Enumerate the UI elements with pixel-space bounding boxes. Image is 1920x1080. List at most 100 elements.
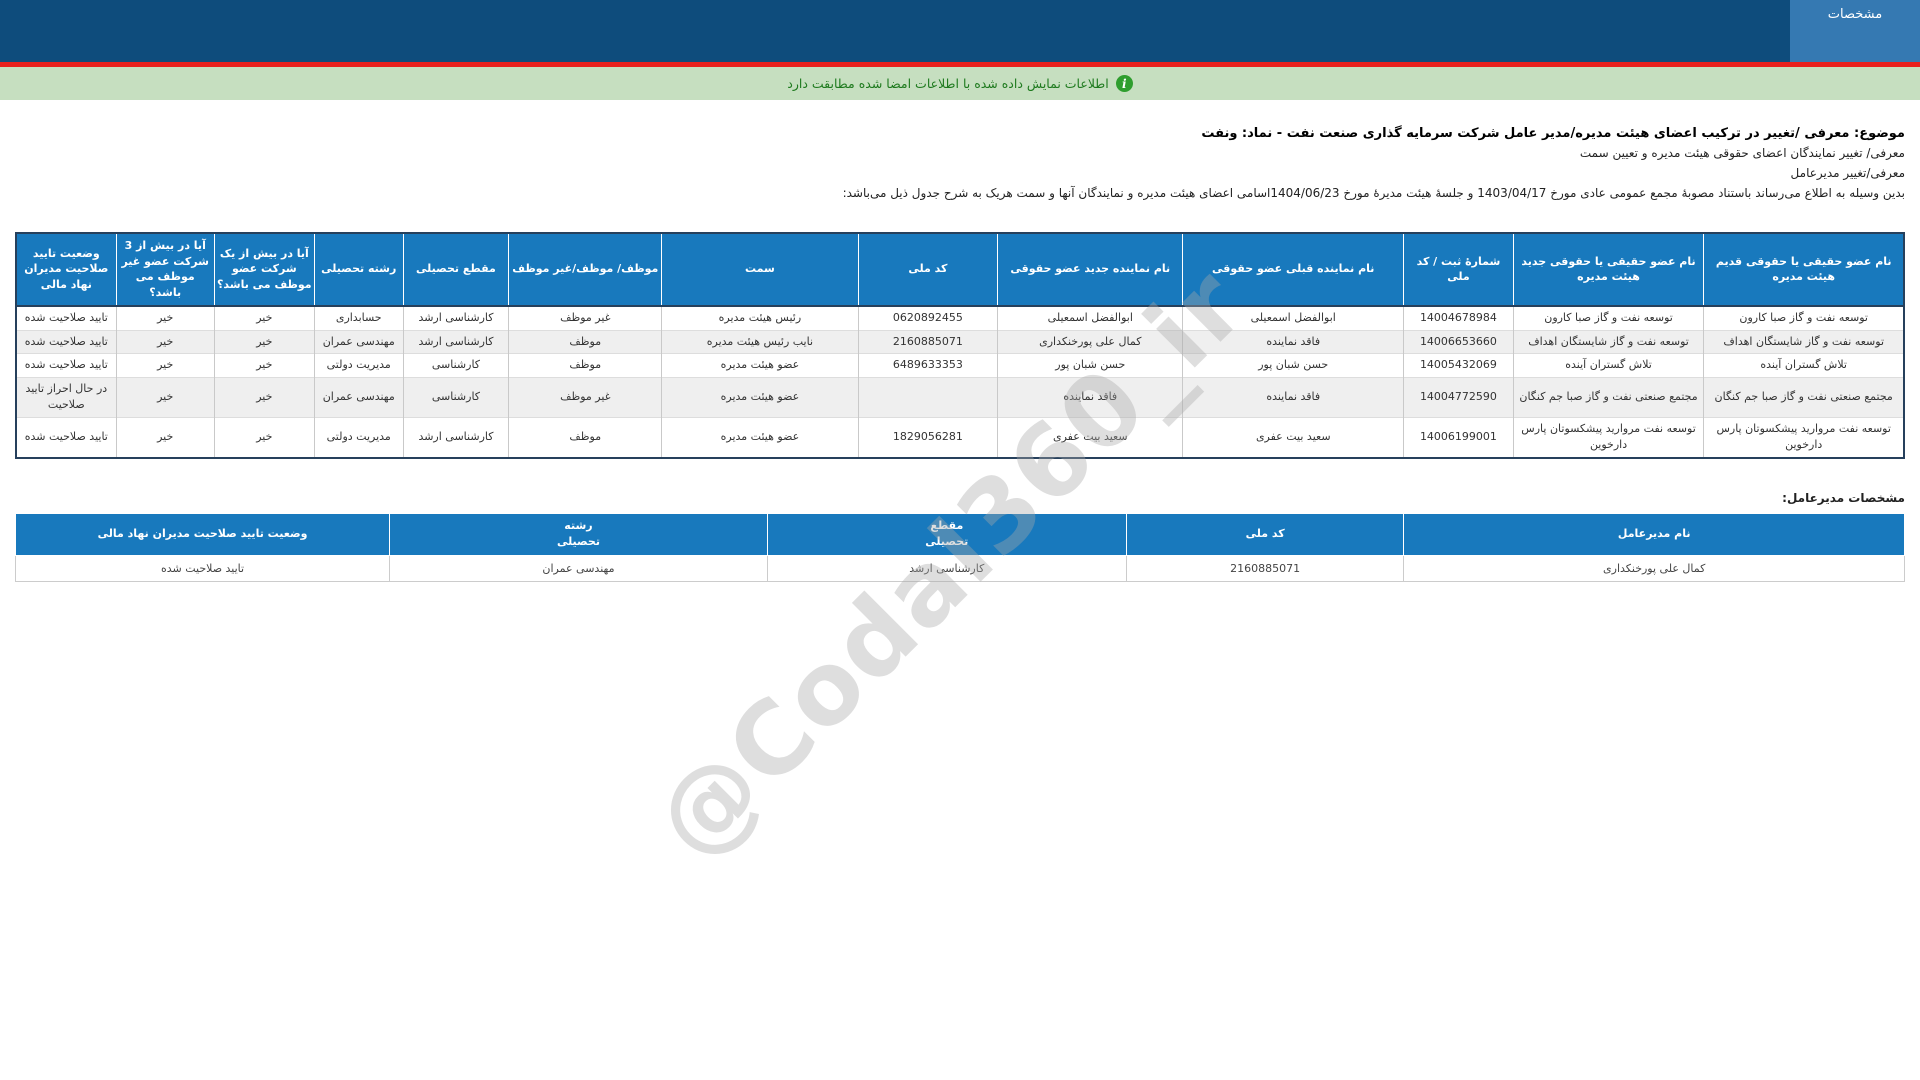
table-cell: 14004678984: [1403, 306, 1514, 331]
column-header: نام عضو حقیقی یا حقوقی جدید هیئت مدیره: [1512, 232, 1705, 307]
column-header: نام عضو حقیقی یا حقوقی قدیم هیئت مدیره: [1703, 232, 1905, 307]
top-navigation-bar: مشخصات: [0, 0, 1920, 62]
table-cell: خیر: [115, 353, 215, 378]
table-cell: حسابداری: [313, 306, 404, 331]
column-header: نام نماینده جدید عضو حقوقی: [997, 232, 1184, 307]
table-cell: 14004772590: [1403, 377, 1514, 418]
table-cell: موظف: [508, 353, 663, 378]
table-cell: فاقد نماینده: [1182, 330, 1405, 354]
column-header: مقطع تحصیلی: [402, 232, 510, 307]
ceo-section-label: مشخصات مدیرعامل:: [1782, 490, 1905, 505]
column-header: موظف/ موظف/غیر موظف: [508, 232, 663, 307]
table-cell: خیر: [213, 417, 315, 458]
table-cell: تایید صلاحیت شده: [15, 417, 117, 458]
table-cell: کمال علی پورخنکداری: [1403, 554, 1905, 582]
table-cell: 6489633353: [857, 353, 999, 378]
table-cell: ابوالفضل اسمعیلی: [997, 306, 1184, 331]
table-cell: کارشناسی ارشد: [402, 330, 510, 354]
table-cell: توسعه نفت مروارید پیشکسوتان پارس دارخوین: [1703, 417, 1905, 458]
board-table-header-row: نام عضو حقیقی یا حقوقی قدیم هیئت مدیره نا…: [15, 232, 1905, 307]
column-header: کد ملی: [857, 232, 999, 307]
table-cell: 2160885071: [857, 330, 999, 354]
table-cell: خیر: [115, 377, 215, 418]
table-row: توسعه نفت و گاز صبا کارون توسعه نفت و گاز…: [15, 306, 1905, 331]
table-cell: خیر: [115, 306, 215, 331]
subject-line: موضوع: معرفی /تغییر در ترکیب اعضای هیئت …: [1201, 126, 1905, 141]
ceo-table: نام مدیرعامل کد ملی مقطع تحصیلی رشته تحصیلی…: [14, 512, 1905, 582]
table-cell: تایید صلاحیت شده: [15, 353, 117, 378]
table-row: مجتمع صنعتی نفت و گاز صبا جم کنگان مجتمع …: [15, 377, 1905, 418]
table-cell: تلاش گستران آینده: [1703, 353, 1905, 378]
table-cell: 14006199001: [1403, 417, 1514, 458]
table-cell: توسعه نفت و گاز شایستگان اهداف: [1703, 330, 1905, 354]
table-cell: خیر: [115, 330, 215, 354]
table-cell: خیر: [213, 353, 315, 378]
column-header: رشته تحصیلی: [389, 512, 768, 556]
table-cell: سعید بیت عفری: [997, 417, 1184, 458]
table-cell: عضو هیئت مدیره: [661, 377, 859, 418]
table-cell: مهندسی عمران: [389, 554, 768, 582]
table-cell: غیر موظف: [508, 306, 663, 331]
table-cell: مهندسی عمران: [313, 377, 404, 418]
table-cell: کمال علی پورخنکداری: [997, 330, 1184, 354]
signature-match-text: اطلاعات نمایش داده شده با اطلاعات امضا ش…: [787, 76, 1109, 91]
column-header: سمت: [661, 232, 859, 307]
tab-specifications[interactable]: مشخصات: [1790, 0, 1920, 62]
ceo-table-header-row: نام مدیرعامل کد ملی مقطع تحصیلی رشته تحصیلی…: [14, 512, 1905, 556]
table-cell: نایب رئیس هیئت مدیره: [661, 330, 859, 354]
table-cell: 1829056281: [857, 417, 999, 458]
table-cell: مدیریت دولتی: [313, 353, 404, 378]
table-row: تلاش گستران آینده تلاش گستران آینده 140054…: [15, 353, 1905, 378]
table-cell: توسعه نفت و گاز صبا کارون: [1703, 306, 1905, 331]
table-cell: 2160885071: [1125, 554, 1405, 582]
table-cell: کارشناسی ارشد: [402, 417, 510, 458]
table-cell: کارشناسی: [402, 377, 510, 418]
board-members-table: نام عضو حقیقی یا حقوقی قدیم هیئت مدیره نا…: [15, 231, 1905, 459]
table-cell: حسن شبان پور: [1182, 353, 1405, 378]
table-cell: تایید صلاحیت شده: [15, 306, 117, 331]
intro-line-resolution: بدین وسیله به اطلاع می‌رساند باستناد مصو…: [842, 186, 1905, 201]
table-cell: غیر موظف: [508, 377, 663, 418]
table-cell: تایید صلاحیت شده: [15, 330, 117, 354]
table-row: کمال علی پورخنکداری 2160885071 کارشناسی ار…: [14, 554, 1905, 582]
table-cell: سعید بیت عفری: [1182, 417, 1405, 458]
table-cell: تلاش گستران آینده: [1512, 353, 1705, 378]
table-cell: رئیس هیئت مدیره: [661, 306, 859, 331]
table-cell: فاقد نماینده: [1182, 377, 1405, 418]
info-icon: i: [1115, 75, 1133, 92]
table-cell: توسعه نفت و گاز صبا کارون: [1512, 306, 1705, 331]
signature-match-banner: i اطلاعات نمایش داده شده با اطلاعات امضا…: [0, 67, 1920, 100]
table-cell: خیر: [213, 330, 315, 354]
table-cell: توسعه نفت مروارید پیشکسوتان پارس دارخوین: [1512, 417, 1705, 458]
table-cell: خیر: [213, 306, 315, 331]
table-cell: مهندسی عمران: [313, 330, 404, 354]
table-cell: کارشناسی ارشد: [766, 554, 1127, 582]
table-cell: مجتمع صنعتی نفت و گاز صبا جم کنگان: [1512, 377, 1705, 418]
table-cell: موظف: [508, 417, 663, 458]
table-cell: فاقد نماینده: [997, 377, 1184, 418]
column-header: آیا در بیش از یک شرکت عضو موظف می باشد؟: [213, 232, 315, 307]
intro-line-ceo-change: معرفی/تغییر مدیرعامل: [1790, 166, 1905, 181]
table-cell: کارشناسی ارشد: [402, 306, 510, 331]
column-header: نام مدیرعامل: [1403, 512, 1905, 556]
table-cell: حسن شبان پور: [997, 353, 1184, 378]
column-header: وضعیت تایید صلاحیت مدیران نهاد مالی: [15, 232, 117, 307]
table-cell: ابوالفضل اسمعیلی: [1182, 306, 1405, 331]
column-header: وضعیت تایید صلاحیت مدیران نهاد مالی: [14, 512, 391, 556]
table-cell: عضو هیئت مدیره: [661, 417, 859, 458]
column-header: رشته تحصیلی: [313, 232, 404, 307]
table-cell: عضو هیئت مدیره: [661, 353, 859, 378]
column-header: نام نماینده قبلی عضو حقوقی: [1182, 232, 1405, 307]
table-cell: موظف: [508, 330, 663, 354]
table-cell: خیر: [115, 417, 215, 458]
column-header: کد ملی: [1125, 512, 1405, 556]
disclosure-content: موضوع: معرفی /تغییر در ترکیب اعضای هیئت …: [0, 100, 1920, 582]
table-row: توسعه نفت مروارید پیشکسوتان پارس دارخوین…: [15, 417, 1905, 458]
column-header: مقطع تحصیلی: [766, 512, 1127, 556]
table-cell: تایید صلاحیت شده: [14, 554, 391, 582]
table-cell: توسعه نفت و گاز شایستگان اهداف: [1512, 330, 1705, 354]
table-cell: کارشناسی: [402, 353, 510, 378]
table-row: توسعه نفت و گاز شایستگان اهداف توسعه نفت …: [15, 330, 1905, 354]
table-cell: 14006653660: [1403, 330, 1514, 354]
column-header: آیا در بیش از 3 شرکت عضو غیر موظف می باش…: [115, 232, 215, 307]
